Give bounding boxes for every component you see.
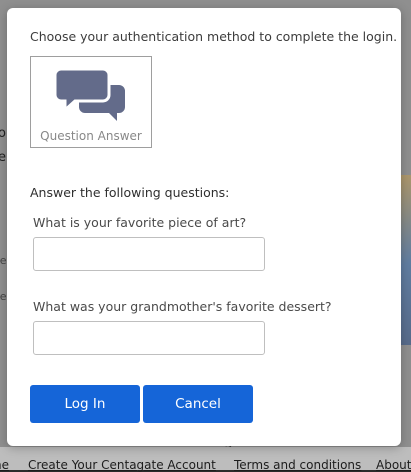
questions-heading: Answer the following questions: <box>30 185 230 200</box>
chat-bubbles-icon <box>55 69 125 121</box>
background-text: se <box>0 254 7 267</box>
background-footer: ne Create Your Centagate Account Terms a… <box>0 447 411 472</box>
question-label-1: What is your favorite piece of art? <box>33 215 247 230</box>
answer-input-1[interactable] <box>33 237 265 271</box>
answer-input-2[interactable] <box>33 321 265 355</box>
login-button[interactable]: Log In <box>30 385 140 423</box>
dialog-instructions: Choose your authentication method to com… <box>30 29 398 44</box>
background-text: e <box>0 150 6 165</box>
method-question-answer[interactable]: Question Answer <box>30 56 152 148</box>
question-label-2: What was your grandmother's favorite des… <box>33 299 332 314</box>
authentication-dialog: Choose your authentication method to com… <box>7 8 401 446</box>
method-label: Question Answer <box>40 129 142 143</box>
background-text: se <box>0 290 7 303</box>
cancel-button[interactable]: Cancel <box>143 385 253 423</box>
background-text: o <box>0 126 6 141</box>
